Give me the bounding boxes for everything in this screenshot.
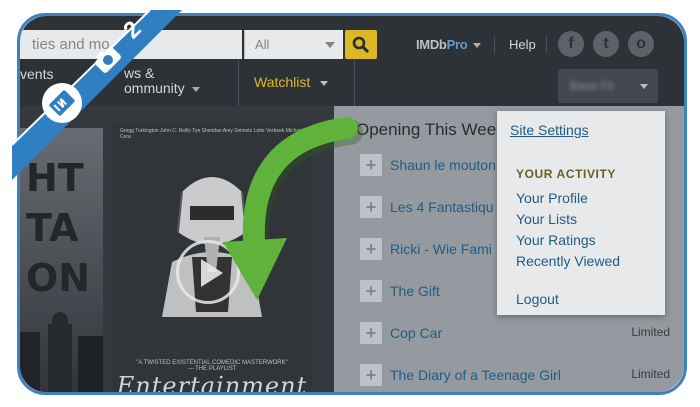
divider: [494, 36, 495, 53]
step-ribbon: 2: [11, 9, 182, 180]
movie-title-link[interactable]: Ricki - Wie Fami: [390, 241, 492, 257]
search-icon: [352, 36, 370, 54]
menu-your-profile[interactable]: Your Profile: [516, 190, 588, 206]
user-name: Base Fit: [570, 79, 615, 93]
movie-row: + The Diary of a Teenage Girl Limited: [360, 364, 670, 388]
movie-title-link[interactable]: The Gift: [390, 283, 440, 299]
movie-title-link[interactable]: Les 4 Fantastiqu: [390, 199, 494, 215]
divider: [354, 60, 355, 106]
imdbpro-suffix: Pro: [446, 37, 468, 52]
site-settings-link[interactable]: Site Settings: [502, 116, 597, 144]
add-watchlist-icon[interactable]: +: [360, 322, 382, 344]
user-menu-button[interactable]: Base Fit: [558, 69, 658, 103]
poster-tagline: "A TWISTED EXISTENTIAL COMEDIC MASTERWOR…: [122, 360, 302, 372]
chevron-down-icon: [320, 80, 329, 86]
movie-row: + Cop Car Limited: [360, 322, 670, 346]
chevron-down-icon: [640, 84, 648, 89]
opening-this-week-heading: Opening This Wee: [356, 120, 497, 139]
chevron-down-icon: [325, 42, 335, 48]
movie-title-link[interactable]: Cop Car: [390, 325, 442, 341]
imdbpro-prefix: IMDb: [416, 37, 447, 52]
facebook-icon[interactable]: f: [558, 31, 584, 57]
imdbpro-menu[interactable]: IMDbPro: [416, 37, 482, 52]
instagram-icon[interactable]: o: [628, 31, 654, 57]
search-category-select[interactable]: All: [244, 30, 343, 59]
menu-your-ratings[interactable]: Your Ratings: [516, 232, 596, 248]
divider: [238, 60, 239, 106]
chevron-down-icon: [473, 43, 482, 49]
menu-recently-viewed[interactable]: Recently Viewed: [516, 253, 620, 269]
movie-title-link[interactable]: The Diary of a Teenage Girl: [390, 367, 561, 383]
tutorial-frame: All IMDbPro Help f t o vents ws & ommuni…: [0, 0, 700, 407]
green-arrow-icon: [223, 117, 363, 300]
user-dropdown-menu: Site Settings YOUR ACTIVITY Your Profile…: [497, 111, 665, 315]
watchlist-button[interactable]: Watchlist: [254, 74, 329, 90]
menu-your-lists[interactable]: Your Lists: [516, 211, 577, 227]
logout-link[interactable]: Logout: [516, 291, 559, 307]
divider: [546, 36, 547, 53]
your-activity-heading: YOUR ACTIVITY: [516, 167, 617, 181]
poster-letters: ON: [26, 256, 91, 300]
twitter-icon[interactable]: t: [593, 31, 619, 57]
poster-people-image: [20, 312, 103, 392]
movie-status: Limited: [631, 325, 670, 339]
poster-title: Entertainment: [116, 372, 308, 392]
movie-title-link[interactable]: Shaun le mouton: [390, 157, 496, 173]
help-link[interactable]: Help: [509, 37, 536, 52]
watchlist-label: Watchlist: [254, 74, 311, 90]
search-button[interactable]: [345, 30, 377, 59]
add-watchlist-icon[interactable]: +: [360, 364, 382, 386]
movie-status: Limited: [631, 367, 670, 381]
category-value: All: [255, 37, 270, 52]
poster-letters: TA: [26, 206, 79, 250]
